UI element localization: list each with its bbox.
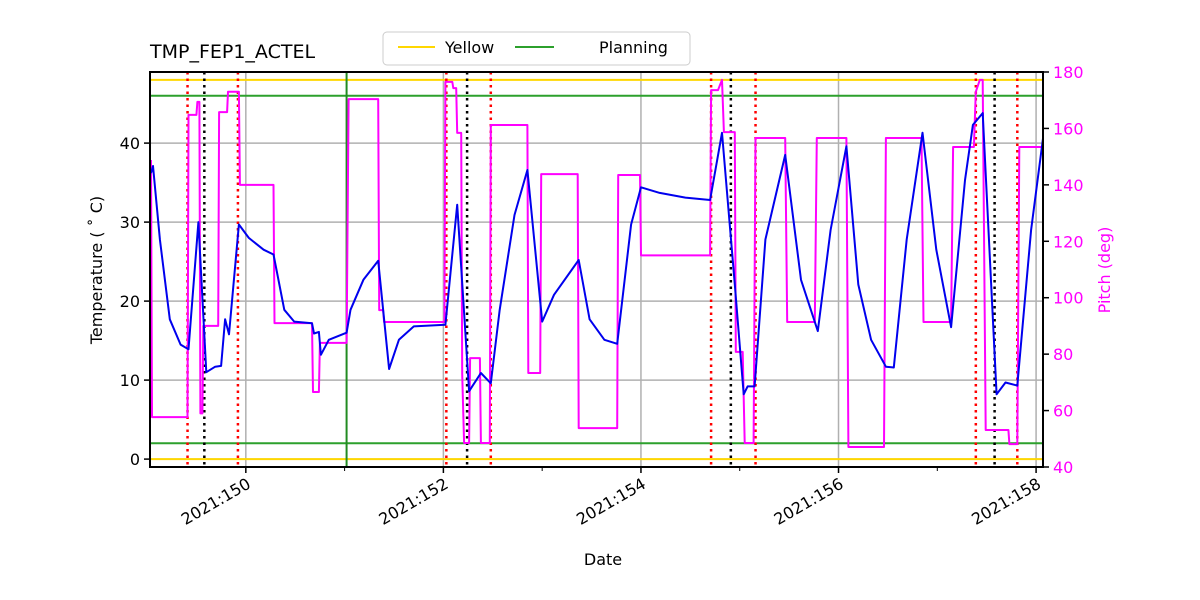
legend: Yellow Planning (382, 31, 691, 66)
chart-title: TMP_FEP1_ACTEL (149, 41, 315, 63)
y-tick-label: 40 (120, 134, 140, 153)
y-tick-label: 10 (120, 371, 140, 390)
y-tick-label: 30 (120, 213, 140, 232)
y2-tick-label: 80 (1053, 345, 1073, 364)
y-tick-label: 20 (120, 292, 140, 311)
legend-planning-label: Planning (599, 38, 668, 57)
chart-figure: TMP_FEP1_ACTEL Yellow Planning 2021:150 2… (0, 0, 1200, 600)
y2-axis-label: Pitch (deg) (1095, 227, 1114, 314)
x-axis-label: Date (584, 550, 622, 569)
y2-tick-label: 40 (1053, 458, 1073, 477)
y2-tick-label: 160 (1053, 119, 1084, 138)
y2-tick-label: 120 (1053, 232, 1084, 251)
y2-tick-label: 60 (1053, 402, 1073, 421)
y2-tick-label: 140 (1053, 176, 1084, 195)
y-axis-label: Temperature ( ˚ C) (87, 196, 106, 345)
y2-tick-label: 100 (1053, 289, 1084, 308)
legend-yellow-label: Yellow (444, 38, 494, 57)
y-tick-label: 0 (130, 450, 140, 469)
y2-tick-label: 180 (1053, 63, 1084, 82)
